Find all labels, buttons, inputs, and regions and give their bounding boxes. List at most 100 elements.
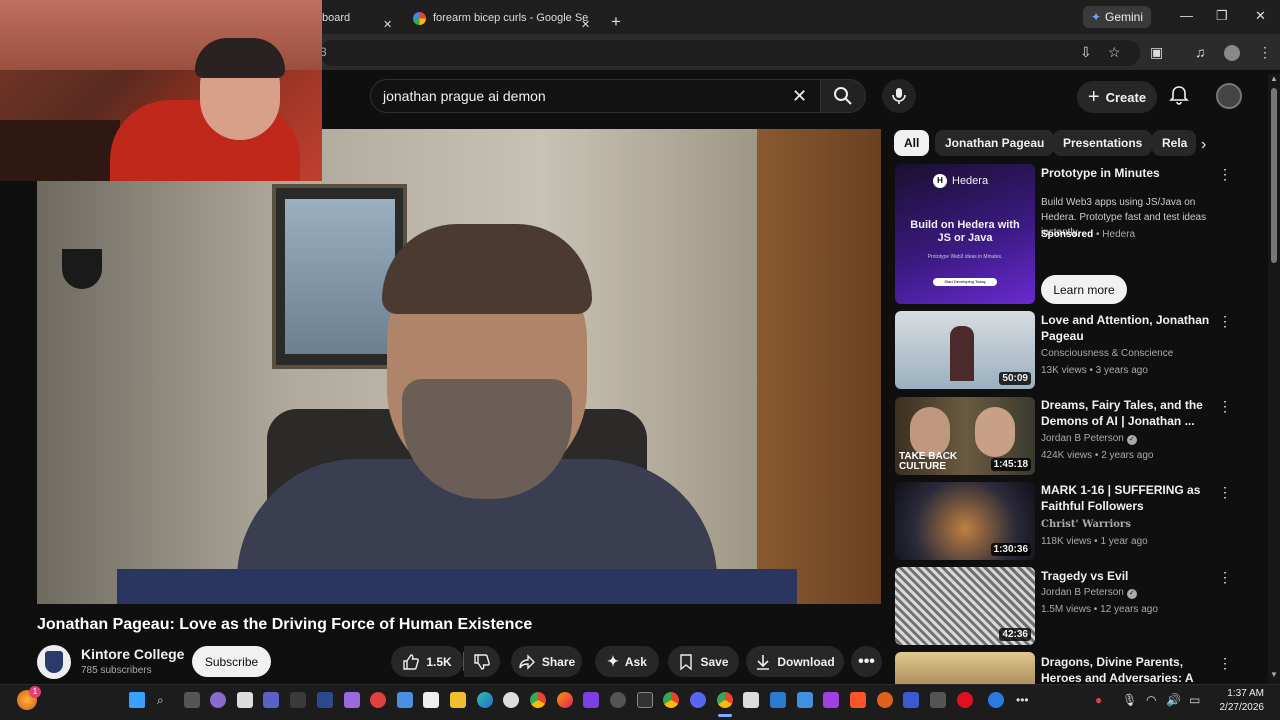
video-thumbnail[interactable]: 50:09	[895, 311, 1035, 389]
chip-presentations[interactable]: Presentations	[1053, 130, 1153, 156]
install-icon[interactable]: ⇩	[1080, 44, 1092, 61]
app-icon[interactable]	[743, 692, 759, 708]
create-button[interactable]: + Create	[1077, 81, 1157, 113]
app-icon[interactable]	[397, 692, 413, 708]
app-icon[interactable]	[583, 692, 599, 708]
firefox-icon[interactable]	[557, 692, 573, 708]
channel-name[interactable]: Kintore College	[81, 646, 184, 662]
clear-search-icon[interactable]: ✕	[792, 86, 807, 107]
app-icon[interactable]	[344, 692, 360, 708]
search-taskbar-icon[interactable]: ⌕	[157, 693, 164, 708]
browser-tab[interactable]: board	[322, 4, 350, 32]
chip-jonathan-pageau[interactable]: Jonathan Pageau	[935, 130, 1055, 156]
gemini-button[interactable]: ✦ Gemini	[1083, 6, 1151, 28]
app-icon[interactable]	[988, 692, 1004, 708]
video-channel-row[interactable]: Jordan B Peterson ✓	[1041, 430, 1137, 447]
system-clock[interactable]: 1:37 AM 2/27/2026	[1218, 687, 1265, 715]
video-title[interactable]: Love and Attention, Jonathan Pageau	[1041, 312, 1216, 344]
app-icon[interactable]	[423, 692, 439, 708]
app-icon[interactable]	[370, 692, 386, 708]
dislike-button[interactable]	[464, 646, 500, 677]
notifications-button[interactable]	[1168, 84, 1190, 111]
account-avatar[interactable]	[1216, 83, 1242, 109]
chip-related[interactable]: Rela	[1152, 130, 1196, 156]
video-channel[interactable]: Consciousness & Conscience	[1041, 345, 1173, 362]
volume-icon[interactable]: 🔊	[1166, 693, 1181, 707]
subscribe-button[interactable]: Subscribe	[192, 646, 271, 677]
app-icon[interactable]	[317, 692, 333, 708]
edge-icon[interactable]	[477, 692, 493, 708]
start-icon[interactable]	[129, 692, 145, 708]
ask-button[interactable]: ✦ Ask	[595, 646, 659, 677]
video-menu-icon[interactable]: ⋮	[1218, 484, 1232, 501]
microphone-icon[interactable]: 🎙	[1122, 693, 1137, 707]
video-title[interactable]: Dreams, Fairy Tales, and the Demons of A…	[1041, 397, 1216, 429]
app-icon[interactable]	[237, 692, 253, 708]
download-button[interactable]: Download	[746, 646, 844, 677]
chatgpt-icon[interactable]	[503, 692, 519, 708]
more-horizontal-icon[interactable]: •••	[1016, 693, 1029, 707]
wifi-icon[interactable]: ◠	[1146, 693, 1156, 707]
side-panel-icon[interactable]: ▣	[1150, 44, 1163, 61]
search-input[interactable]: jonathan prague ai demon	[370, 79, 822, 113]
ad-title[interactable]: Prototype in Minutes	[1041, 165, 1216, 181]
video-channel-row[interactable]: Jordan B Peterson ✓	[1041, 584, 1137, 601]
video-thumbnail[interactable]: 42:36	[895, 567, 1035, 645]
video-thumbnail[interactable]: TAKE BACK CULTURE 1:45:18	[895, 397, 1035, 475]
battery-icon[interactable]: ▭	[1189, 693, 1200, 707]
chevron-right-icon[interactable]: ›	[1201, 136, 1206, 154]
discord-icon[interactable]	[690, 692, 706, 708]
app-icon[interactable]	[290, 692, 306, 708]
app-icon[interactable]	[770, 692, 786, 708]
omnibox[interactable]: 3	[320, 40, 1140, 66]
app-icon[interactable]	[903, 692, 919, 708]
ad-thumbnail[interactable]: H Hedera Build on Hedera with JS or Java…	[895, 164, 1035, 304]
minimize-icon[interactable]: —	[1180, 8, 1193, 23]
terminal-icon[interactable]	[637, 692, 653, 708]
video-title[interactable]: Dragons, Divine Parents, Heroes and Adve…	[1041, 654, 1216, 684]
new-tab-icon[interactable]: +	[611, 8, 621, 36]
chrome-active-icon[interactable]	[717, 692, 733, 708]
ad-menu-icon[interactable]: ⋮	[1218, 166, 1232, 183]
chrome-icon[interactable]	[530, 692, 546, 708]
video-player[interactable]	[37, 129, 881, 604]
search-button[interactable]	[820, 79, 866, 113]
app-icon[interactable]	[877, 692, 893, 708]
video-menu-icon[interactable]: ⋮	[1218, 655, 1232, 672]
video-menu-icon[interactable]: ⋮	[1218, 313, 1232, 330]
video-menu-icon[interactable]: ⋮	[1218, 569, 1232, 586]
file-explorer-icon[interactable]	[450, 692, 466, 708]
chrome-icon[interactable]	[663, 692, 679, 708]
video-thumbnail[interactable]: 1:30:36	[895, 482, 1035, 560]
channel-avatar[interactable]	[37, 645, 71, 679]
learn-more-button[interactable]: Learn more	[1041, 275, 1127, 304]
video-menu-icon[interactable]: ⋮	[1218, 398, 1232, 415]
more-menu-icon[interactable]: ⋮	[1258, 44, 1272, 61]
browser-tab-active[interactable]: forearm bicep curls - Google Se	[413, 4, 588, 32]
profile-avatar-icon[interactable]	[1224, 45, 1240, 61]
tray-app-icon[interactable]: ●	[1095, 693, 1102, 707]
teams-icon[interactable]	[263, 692, 279, 708]
video-channel[interactable]: Christ' Warriors	[1041, 516, 1131, 533]
brave-icon[interactable]	[850, 692, 866, 708]
opera-icon[interactable]	[957, 692, 973, 708]
voice-search-button[interactable]	[882, 79, 916, 113]
more-actions-button[interactable]: •••	[851, 646, 882, 677]
video-thumbnail[interactable]	[895, 652, 1035, 684]
restore-icon[interactable]: ❐	[1216, 8, 1228, 24]
bookmark-star-icon[interactable]: ☆	[1108, 44, 1121, 61]
video-title[interactable]: MARK 1-16 | SUFFERING as Faithful Follow…	[1041, 482, 1216, 514]
task-view-icon[interactable]	[184, 692, 200, 708]
close-window-icon[interactable]: ✕	[1255, 8, 1266, 24]
app-icon[interactable]	[610, 692, 626, 708]
like-button[interactable]: 1.5K	[391, 646, 463, 677]
video-title[interactable]: Tragedy vs Evil	[1041, 568, 1216, 584]
app-icon[interactable]	[210, 692, 226, 708]
scroll-up-icon[interactable]: ▲	[1270, 74, 1278, 83]
scrollbar-thumb[interactable]	[1271, 88, 1277, 263]
save-button[interactable]: Save	[668, 646, 739, 677]
media-control-icon[interactable]: ♫	[1195, 44, 1206, 60]
scroll-down-icon[interactable]: ▼	[1270, 670, 1278, 679]
chip-all[interactable]: All	[894, 130, 930, 156]
app-icon[interactable]	[797, 692, 813, 708]
